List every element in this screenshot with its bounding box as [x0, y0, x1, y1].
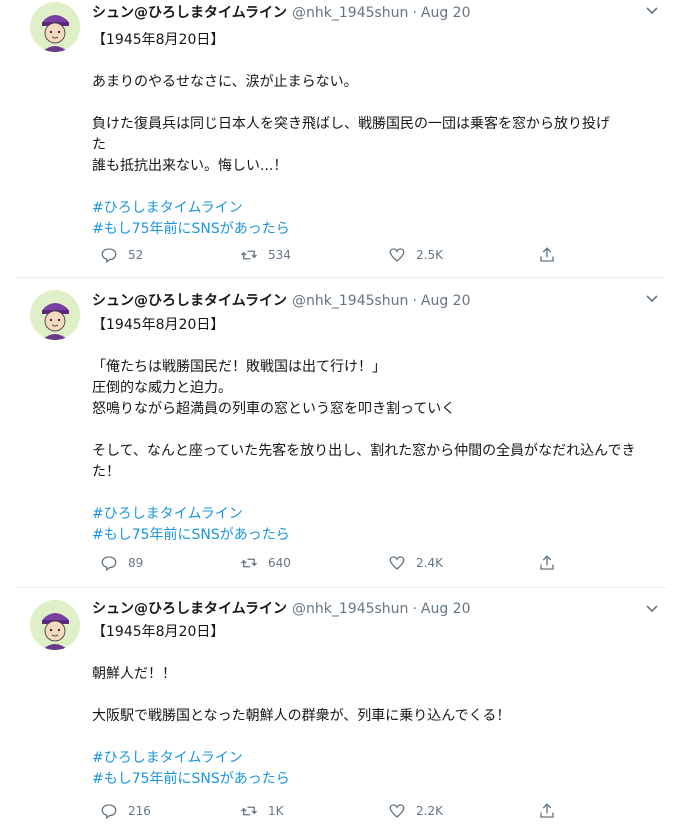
hashtag-link[interactable]: #ひろしまタイムライン [92, 504, 658, 525]
tweet[interactable]: シュン@ひろしまタイムライン @nhk_1945shun · Aug 20 【1945… [16, 288, 666, 588]
retweet-icon [241, 250, 257, 260]
retweet-button[interactable]: 640 [240, 552, 291, 574]
like-button[interactable]: 2.5K [388, 244, 443, 266]
tweet-text-line: 怒鳴りながら超満員の列車の窓という窓を叩き割っていく [92, 401, 456, 417]
chevron-down-icon[interactable] [644, 600, 660, 616]
user-handle[interactable]: @nhk_1945shun [292, 5, 408, 21]
display-name[interactable]: シュン@ひろしまタイムライン [92, 601, 287, 617]
hashtag-link[interactable]: #もし75年前にSNSがあったら [92, 525, 658, 546]
retweet-button[interactable]: 1K [240, 800, 284, 822]
tweet-text-line: た！ [92, 464, 120, 480]
avatar[interactable] [30, 600, 80, 650]
avatar-image [30, 2, 80, 52]
display-name[interactable]: シュン@ひろしまタイムライン [92, 5, 287, 21]
reply-count: 216 [128, 804, 151, 818]
user-handle[interactable]: @nhk_1945shun [292, 293, 408, 309]
like-count: 2.5K [416, 248, 443, 262]
hashtag-link[interactable]: #もし75年前にSNSがあったら [92, 769, 658, 790]
reply-button[interactable]: 52 [100, 244, 143, 266]
hashtag-link[interactable]: #もし75年前にSNSがあったら [92, 219, 658, 240]
tweet-text-line: 圧倒的な威力と迫力。 [92, 380, 232, 396]
tweet-text-line: 「俺たちは戦勝国民だ！敗戦国は出て行け！」 [92, 359, 386, 375]
retweet-count: 1K [268, 804, 284, 818]
tweet-date-line: 【1945年8月20日】 [92, 32, 225, 48]
tweet[interactable]: シュン@ひろしまタイムライン @nhk_1945shun · Aug 20 【1945… [16, 598, 666, 826]
like-button[interactable]: 2.4K [388, 552, 443, 574]
tweet-text-line: 大阪駅で戦勝国となった朝鮮人の群衆が、列車に乗り込んでくる！ [92, 708, 511, 724]
share-button[interactable] [538, 552, 566, 574]
hashtag-link[interactable]: #ひろしまタイムライン [92, 198, 658, 219]
tweet-text-line: た [92, 137, 106, 153]
timestamp[interactable]: Aug 20 [421, 293, 471, 309]
reply-button[interactable]: 89 [100, 552, 143, 574]
tweet-text-line: 誰も抵抗出来ない。悔しい...！ [92, 158, 288, 174]
like-button[interactable]: 2.2K [388, 800, 443, 822]
tweet-text-line: 負けた復員兵は同じ日本人を突き飛ばし、戦勝国民の一団は乗客を窓から放り投げ [92, 116, 610, 132]
retweet-count: 640 [268, 556, 291, 570]
reply-count: 52 [128, 248, 144, 262]
retweet-icon [241, 806, 257, 816]
retweet-button[interactable]: 534 [240, 244, 291, 266]
heart-icon [389, 804, 405, 818]
avatar-image [30, 600, 80, 650]
reply-icon [101, 556, 117, 572]
chevron-down-icon[interactable] [644, 2, 660, 18]
reply-icon [101, 248, 117, 264]
tweet-text-line: あまりのやるせなさに、涙が止まらない。 [92, 74, 358, 90]
share-button[interactable] [538, 800, 566, 822]
hashtag-link[interactable]: #ひろしまタイムライン [92, 748, 658, 769]
separator: · [412, 601, 417, 617]
share-icon [540, 247, 554, 262]
like-count: 2.4K [416, 556, 443, 570]
tweet-text-line: そして、なんと座っていた先客を放り出し、割れた窓から仲間の全員がなだれ込んでき [92, 443, 636, 459]
tweet-date-line: 【1945年8月20日】 [92, 624, 225, 640]
share-icon [540, 803, 554, 818]
user-handle[interactable]: @nhk_1945shun [292, 601, 408, 617]
reply-button[interactable]: 216 [100, 800, 151, 822]
share-button[interactable] [538, 244, 566, 266]
separator: · [412, 5, 417, 21]
avatar[interactable] [30, 290, 80, 340]
tweet-text-line: 朝鮮人だ！！ [92, 666, 176, 682]
tweet-date-line: 【1945年8月20日】 [92, 317, 225, 333]
retweet-icon [241, 558, 257, 568]
share-icon [540, 555, 554, 570]
display-name[interactable]: シュン@ひろしまタイムライン [92, 293, 287, 309]
avatar-image [30, 290, 80, 340]
timestamp[interactable]: Aug 20 [421, 601, 471, 617]
separator: · [412, 293, 417, 309]
reply-icon [101, 804, 117, 820]
tweet[interactable]: シュン@ひろしまタイムライン @nhk_1945shun · Aug 20 【1945… [16, 0, 666, 278]
reply-count: 89 [128, 556, 144, 570]
timestamp[interactable]: Aug 20 [421, 5, 471, 21]
retweet-count: 534 [268, 248, 291, 262]
heart-icon [389, 248, 405, 262]
like-count: 2.2K [416, 804, 443, 818]
heart-icon [389, 556, 405, 570]
chevron-down-icon[interactable] [644, 290, 660, 306]
avatar[interactable] [30, 2, 80, 52]
